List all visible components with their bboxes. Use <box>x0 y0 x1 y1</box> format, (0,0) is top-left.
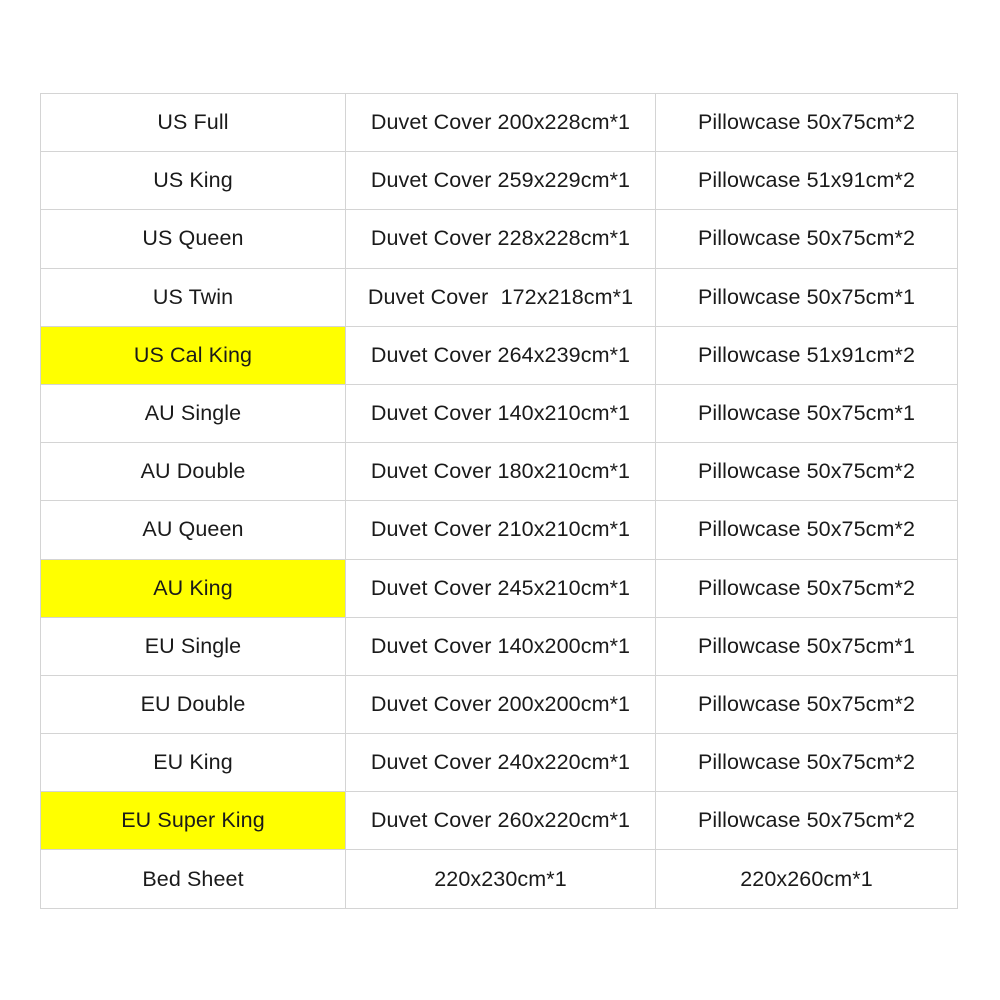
table-body: US Full Duvet Cover 200x228cm*1 Pillowcase… <box>40 92 958 909</box>
cell-duvet-cover: Duvet Cover 140x200cm*1 <box>345 616 656 676</box>
cell-size-name: EU King <box>40 733 346 793</box>
table-row: US King Duvet Cover 259x229cm*1 Pillowcase… <box>40 151 958 211</box>
table-row: US Full Duvet Cover 200x228cm*1 Pillowcase… <box>40 92 958 153</box>
cell-pillowcase: Pillowcase 50x75cm*2 <box>655 92 958 153</box>
cell-size-name: AU Double <box>40 442 346 502</box>
table-row: EU Super King Duvet Cover 260x220cm*1 Pill… <box>40 791 958 851</box>
table-row: US Twin Duvet Cover 172x218cm*1 Pillowcase… <box>40 267 958 327</box>
cell-pillowcase: Pillowcase 50x75cm*2 <box>655 791 958 851</box>
cell-pillowcase: Pillowcase 50x75cm*2 <box>655 209 958 269</box>
cell-pillowcase: Pillowcase 50x75cm*2 <box>655 674 958 735</box>
cell-size-name: US Twin <box>40 267 346 327</box>
cell-size-name: US Cal King <box>40 325 346 385</box>
cell-pillowcase: 220x260cm*1 <box>655 849 958 909</box>
cell-pillowcase: Pillowcase 50x75cm*1 <box>655 616 958 676</box>
cell-pillowcase: Pillowcase 51x91cm*2 <box>655 151 958 211</box>
table-row: AU Double Duvet Cover 180x210cm*1 Pillowca… <box>40 442 958 502</box>
cell-duvet-cover: Duvet Cover 260x220cm*1 <box>345 791 656 851</box>
table-row: US Cal King Duvet Cover 264x239cm*1 Pillow… <box>40 325 958 385</box>
cell-duvet-cover: Duvet Cover 228x228cm*1 <box>345 209 656 269</box>
cell-duvet-cover: Duvet Cover 180x210cm*1 <box>345 442 656 502</box>
table-row: Bed Sheet 220x230cm*1 220x260cm*1 <box>40 849 958 909</box>
cell-pillowcase: Pillowcase 50x75cm*2 <box>655 442 958 502</box>
cell-duvet-cover: Duvet Cover 240x220cm*1 <box>345 733 656 793</box>
cell-duvet-cover: 220x230cm*1 <box>345 849 656 909</box>
cell-duvet-cover: Duvet Cover 140x210cm*1 <box>345 383 656 444</box>
cell-size-name: US Full <box>40 92 346 153</box>
table-row: EU Single Duvet Cover 140x200cm*1 Pillowca… <box>40 616 958 676</box>
cell-duvet-cover: Duvet Cover 172x218cm*1 <box>345 267 656 327</box>
table-row: EU Double Duvet Cover 200x200cm*1 Pillowca… <box>40 674 958 735</box>
table-row: AU Queen Duvet Cover 210x210cm*1 Pillowcas… <box>40 500 958 560</box>
cell-duvet-cover: Duvet Cover 245x210cm*1 <box>345 558 656 618</box>
cell-pillowcase: Pillowcase 50x75cm*2 <box>655 558 958 618</box>
cell-size-name: AU Queen <box>40 500 346 560</box>
cell-pillowcase: Pillowcase 51x91cm*2 <box>655 325 958 385</box>
cell-size-name: AU Single <box>40 383 346 444</box>
cell-duvet-cover: Duvet Cover 200x228cm*1 <box>345 92 656 153</box>
cell-size-name: EU Single <box>40 616 346 676</box>
cell-duvet-cover: Duvet Cover 210x210cm*1 <box>345 500 656 560</box>
table-row: EU King Duvet Cover 240x220cm*1 Pillowcase… <box>40 733 958 793</box>
table-row: AU King Duvet Cover 245x210cm*1 Pillowcase… <box>40 558 958 618</box>
cell-size-name: AU King <box>40 558 346 618</box>
table-row: AU Single Duvet Cover 140x210cm*1 Pillowca… <box>40 383 958 444</box>
cell-size-name: EU Double <box>40 674 346 735</box>
cell-size-name: EU Super King <box>40 791 346 851</box>
table-row: US Queen Duvet Cover 228x228cm*1 Pillowcas… <box>40 209 958 269</box>
cell-size-name: US King <box>40 151 346 211</box>
cell-duvet-cover: Duvet Cover 200x200cm*1 <box>345 674 656 735</box>
cell-pillowcase: Pillowcase 50x75cm*2 <box>655 500 958 560</box>
page-root: US Full Duvet Cover 200x228cm*1 Pillowcase… <box>0 0 1000 1000</box>
cell-pillowcase: Pillowcase 50x75cm*1 <box>655 267 958 327</box>
cell-duvet-cover: Duvet Cover 259x229cm*1 <box>345 151 656 211</box>
cell-duvet-cover: Duvet Cover 264x239cm*1 <box>345 325 656 385</box>
cell-pillowcase: Pillowcase 50x75cm*1 <box>655 383 958 444</box>
cell-pillowcase: Pillowcase 50x75cm*2 <box>655 733 958 793</box>
bedding-size-table: US Full Duvet Cover 200x228cm*1 Pillowcase… <box>40 92 958 909</box>
cell-size-name: Bed Sheet <box>40 849 346 909</box>
cell-size-name: US Queen <box>40 209 346 269</box>
